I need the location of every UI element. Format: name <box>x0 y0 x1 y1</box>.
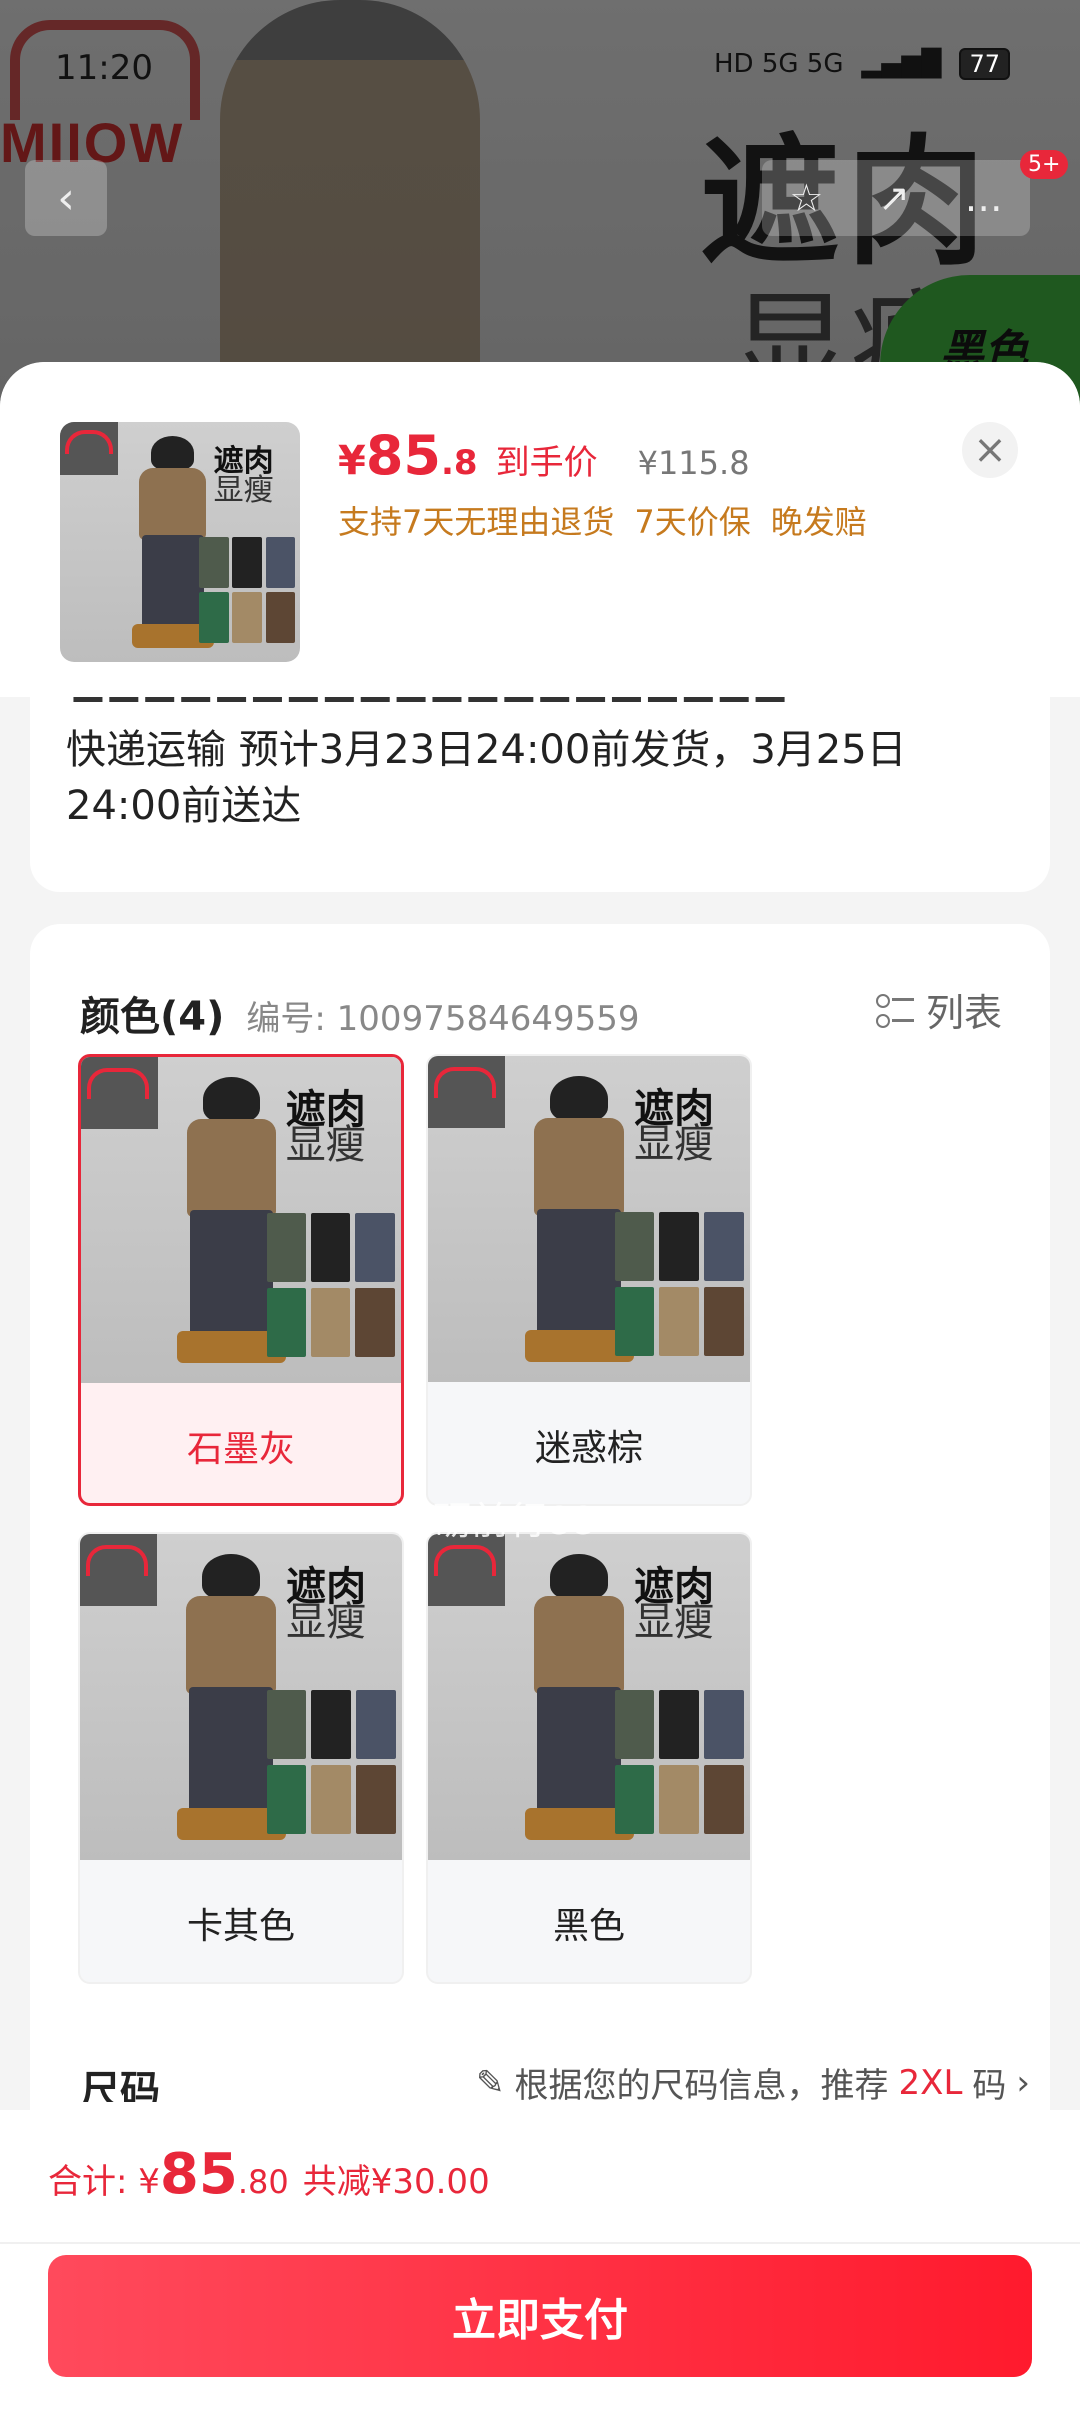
sku-selector-sheet: 遮肉 显瘦 ¥85.8 到手价 ¥115.8 支持7天无理由退货 7天价保 晚发… <box>0 362 1080 2412</box>
original-price: ¥115.8 <box>637 444 750 482</box>
size-title: 尺码 <box>80 2068 160 2102</box>
spec-header: 颜色(4) 编号: 10097584649559 <box>80 984 640 1042</box>
color-option-image: 遮肉 显瘦 <box>428 1056 750 1382</box>
close-icon: × <box>973 427 1007 473</box>
size-row: 尺码 ✎ 根据您的尺码信息，推荐 2XL 码 › <box>0 2052 1080 2103</box>
color-option-label: 石墨灰 <box>186 1429 295 1470</box>
color-option-label: 卡其色 <box>186 1906 295 1947</box>
status-time: 11:20 <box>55 48 153 88</box>
pay-now-button[interactable]: 立即支付 <box>48 2255 1032 2377</box>
more-icon[interactable]: … <box>965 176 1003 220</box>
signal-icon: ▂▄▆█ <box>861 49 942 79</box>
nav-actions: ☆ ↗ … <box>762 160 1030 236</box>
color-option-image: 遮肉 显瘦 <box>81 1057 401 1383</box>
list-icon <box>875 992 914 1028</box>
price-row: ¥85.8 到手价 ¥115.8 <box>338 424 750 487</box>
share-icon[interactable]: ↗ <box>878 176 910 220</box>
back-button[interactable]: ‹ <box>25 160 107 236</box>
delivery-info: 快递运输 预计3月23日24:00前发货，3月25日24:00前送达 <box>66 727 907 829</box>
order-total: 合计: ¥85.80 共减¥30.00 <box>48 2142 490 2207</box>
final-price: ¥85.8 <box>338 424 478 487</box>
discount-text: 共减¥30.00 <box>302 2162 490 2202</box>
color-option-image: 遮肉 显瘦 <box>428 1534 750 1860</box>
color-option-label: 黑色 <box>552 1906 625 1947</box>
list-view-toggle[interactable]: 列表 <box>875 982 1002 1037</box>
sheet-header: 遮肉 显瘦 ¥85.8 到手价 ¥115.8 支持7天无理由退货 7天价保 晚发… <box>0 362 1080 697</box>
message-badge: 5+ <box>1020 150 1069 179</box>
status-icons: HD 5G 5G ▂▄▆█ 77 <box>714 48 1010 80</box>
promise-late-delivery: 晚发赔 <box>770 503 867 541</box>
list-label: 列表 <box>925 991 1002 1035</box>
item-code: 编号: 10097584649559 <box>246 999 640 1039</box>
promise-return: 支持7天无理由退货 <box>338 503 615 541</box>
color-title: 颜色(4) <box>80 994 225 1040</box>
ruler-icon: ✎ <box>476 2062 505 2103</box>
favorite-icon[interactable]: ☆ <box>789 176 823 220</box>
spec-card: 颜色(4) 编号: 10097584649559 列表 遮肉 显瘦 石墨灰 遮肉… <box>30 924 1050 2174</box>
chevron-left-icon: ‹ <box>57 172 75 224</box>
color-option-graphite[interactable]: 遮肉 显瘦 石墨灰 <box>78 1054 404 1506</box>
size-recommendation[interactable]: ✎ 根据您的尺码信息，推荐 2XL 码 › <box>476 2058 1030 2103</box>
service-promises: 支持7天无理由退货 7天价保 晚发赔 <box>338 497 867 543</box>
chevron-right-icon: › <box>1016 2062 1030 2103</box>
status-bar: 11:20 HD 5G 5G ▂▄▆█ 77 <box>0 40 1080 100</box>
network-indicator: HD 5G 5G <box>713 49 844 79</box>
color-option-brown[interactable]: 遮肉 显瘦 迷惑棕 <box>426 1054 752 1506</box>
promise-price-protect: 7天价保 <box>634 503 751 541</box>
close-button[interactable]: × <box>962 422 1018 478</box>
color-option-khaki[interactable]: 遮肉 显瘦 卡其色 <box>78 1532 404 1984</box>
checkout-footer: 合计: ¥85.80 共减¥30.00 立即支付 <box>0 2110 1080 2412</box>
product-thumbnail[interactable]: 遮肉 显瘦 <box>60 422 300 662</box>
footer-divider <box>0 2242 1080 2244</box>
final-price-label: 到手价 <box>495 443 598 483</box>
color-option-black[interactable]: 遮肉 显瘦 黑色 <box>426 1532 752 1984</box>
color-option-image: 遮肉 显瘦 <box>80 1534 402 1860</box>
battery-icon: 77 <box>959 48 1010 80</box>
watermark: 砥砺前行88 <box>395 1499 596 1543</box>
color-option-label: 迷惑棕 <box>534 1428 643 1469</box>
